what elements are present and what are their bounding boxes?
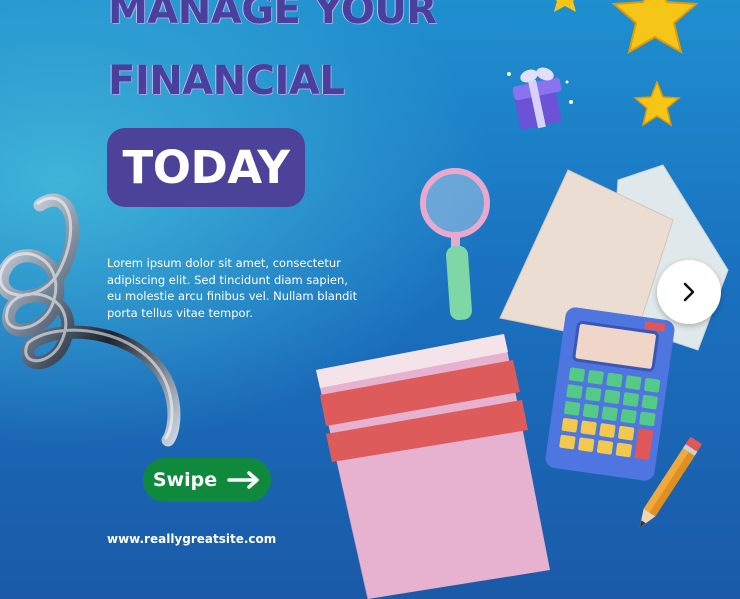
- highlight-box: TODAY: [107, 128, 305, 207]
- headline-line-1: MANAGE YOUR: [108, 0, 437, 33]
- arrow-right-icon: [227, 471, 259, 489]
- notebook-icon: [316, 334, 550, 599]
- star-icon: [554, 0, 576, 12]
- pencil-icon: [639, 437, 702, 528]
- website-url: www.reallygreatsite.com: [107, 532, 277, 546]
- star-icon: [633, 80, 681, 127]
- spiral-icon: [0, 193, 181, 447]
- headline-line-2: FINANCIAL: [108, 58, 345, 104]
- highlight-text: TODAY: [122, 141, 290, 194]
- star-icon: [611, 0, 699, 55]
- swipe-button[interactable]: Swipe: [143, 458, 271, 502]
- swipe-label: Swipe: [152, 469, 218, 491]
- slide-canvas: MANAGE YOUR FINANCIAL TODAY Lorem ipsum …: [0, 0, 740, 599]
- body-text: Lorem ipsum dolor sit amet, consectetur …: [107, 256, 358, 320]
- magnifier-icon: [420, 168, 490, 321]
- gift-icon: [507, 67, 573, 130]
- chevron-right-icon: [683, 282, 695, 302]
- next-slide-button[interactable]: [657, 260, 721, 324]
